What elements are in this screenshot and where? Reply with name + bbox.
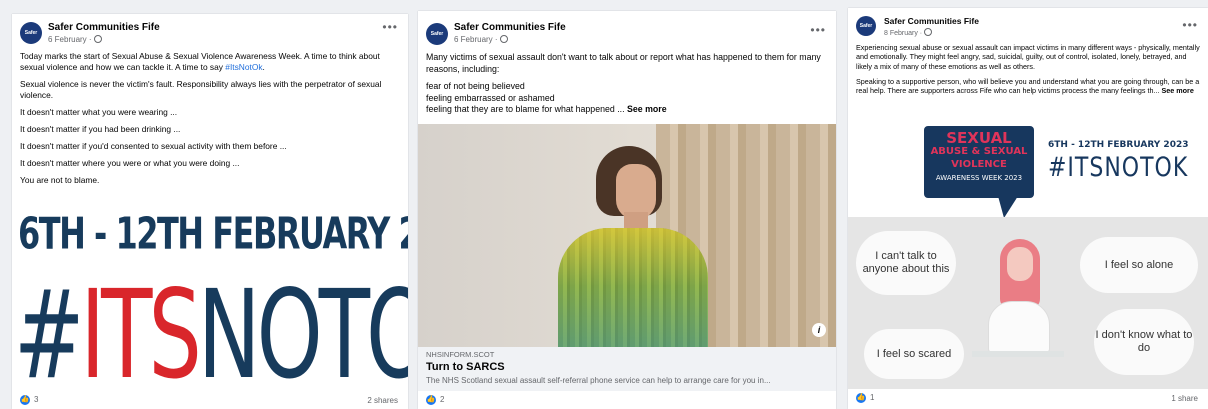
link-domain: NHSINFORM.SCOT [426,350,495,359]
avatar[interactable]: Safer Communities Fife [426,23,448,45]
post-paragraph: It doesn't matter if you had been drinki… [20,124,181,134]
speech-bubble: SEXUAL ABUSE & SEXUAL VIOLENCE AWARENESS… [924,126,1034,198]
post-text: Many victims of sexual assault don't wan… [418,49,836,119]
page-name-link[interactable]: Safer Communities Fife [884,16,979,26]
like-reaction-icon[interactable]: 👍 [856,393,866,403]
thought-cloud: I don't know what to do [1094,309,1194,375]
post-date-text[interactable]: 6 February · [454,35,498,44]
post-paragraph: It doesn't matter if you'd consented to … [20,141,287,151]
globe-icon [924,28,933,36]
illustration[interactable]: I can't talk to anyone about this I feel… [848,217,1208,389]
post-footer: 👍 3 2 shares [12,391,408,409]
its-text: ITS [80,264,201,407]
logo-line-2: ABUSE & SEXUAL [930,146,1028,157]
figure-desk [972,351,1064,357]
post-header: Safer Communities Fife Safer Communities… [12,14,408,48]
post-header: Safer Communities Fife Safer Communities… [848,8,1208,40]
post-date[interactable]: 6 February · [48,35,102,44]
see-more-link[interactable]: See more [627,104,667,114]
more-options-icon[interactable]: ••• [382,20,398,34]
list-item: feeling that they are to blame for what … [426,104,828,116]
post-footer: 👍 1 1 share [848,389,1208,409]
speech-bubble-tail [998,196,1018,218]
figure-face [1007,247,1033,281]
logo-line-1: SEXUAL [946,129,1012,147]
link-description: The NHS Scotland sexual assault self-ref… [426,376,771,385]
banner-dates: 6TH - 12TH FEBRUARY 2023 [18,208,408,260]
post-text: Experiencing sexual abuse or sexual assa… [848,40,1208,104]
awareness-week-logo: SEXUAL ABUSE & SEXUAL VIOLENCE AWARENESS… [929,129,1029,183]
notok-text: NOTOK [197,264,408,407]
logo-line-4: AWARENESS WEEK 2023 [935,174,1023,182]
page-name-link[interactable]: Safer Communities Fife [48,22,160,33]
post-card: Safer Communities Fife Safer Communities… [418,11,836,409]
post-paragraph: Sexual violence is never the victim's fa… [20,79,382,100]
list-item: feeling embarrassed or ashamed [426,92,555,103]
link-title[interactable]: Turn to SARCS [426,361,505,373]
globe-icon [93,35,102,43]
avatar[interactable]: Safer Communities Fife [20,22,42,44]
post-paragraph: You are not to blame. [20,175,100,185]
post-image[interactable]: i [418,124,836,347]
banner-hashtag: #ITSNOTOK [14,264,408,407]
paragraph-text: Today marks the start of Sexual Abuse & … [20,51,380,72]
post-date[interactable]: 6 February · [454,35,508,44]
logo-line-3: VIOLENCE [951,159,1007,170]
like-reaction-icon[interactable]: 👍 [20,395,30,405]
post-date-text[interactable]: 6 February · [48,35,92,44]
paragraph-end: . [262,62,265,72]
post-card: Safer Communities Fife Safer Communities… [12,14,408,409]
reaction-count[interactable]: 2 [440,395,444,404]
link-preview[interactable]: NHSINFORM.SCOT Turn to SARCS The NHS Sco… [418,347,836,391]
globe-icon [499,35,508,43]
paragraph-text: Speaking to a supportive person, who wil… [856,76,1200,96]
shares-count[interactable]: 2 shares [367,396,398,405]
post-paragraph: Experiencing sexual abuse or sexual assa… [856,43,1200,71]
hashtag-link[interactable]: #ItsNotOk [225,62,262,72]
post-footer: 👍 2 [418,391,836,409]
post-image[interactable]: SEXUAL ABUSE & SEXUAL VIOLENCE AWARENESS… [848,122,1208,218]
post-card: Safer Communities Fife Safer Communities… [848,8,1208,409]
see-more-link[interactable]: See more [1161,86,1193,95]
banner-hashtag: #ITSNOTOK [1048,153,1189,183]
post-image[interactable]: 6TH - 12TH FEBRUARY 2023 #ITSNOTOK [12,198,408,406]
hash-symbol: # [14,264,84,407]
avatar[interactable]: Safer Communities Fife [856,16,876,36]
post-paragraph: Many victims of sexual assault don't wan… [426,52,821,74]
more-options-icon[interactable]: ••• [810,23,826,37]
post-paragraph: Speaking to a supportive person, who wil… [856,77,1200,96]
banner-dates: 6TH - 12TH FEBRUARY 2023 [1048,140,1189,150]
info-icon[interactable]: i [812,323,826,337]
thought-cloud: I feel so scared [864,329,964,379]
reaction-count[interactable]: 3 [34,395,38,404]
thought-cloud: I feel so alone [1080,237,1198,293]
shares-count[interactable]: 1 share [1171,394,1198,403]
thought-cloud: I can't talk to anyone about this [856,231,956,295]
line-text: feeling that they are to blame for what … [426,104,627,114]
photo-sweater-tint [558,228,708,347]
post-date-text[interactable]: 8 February · [884,30,922,37]
like-reaction-icon[interactable]: 👍 [426,395,436,405]
page-name-link[interactable]: Safer Communities Fife [454,22,566,33]
post-paragraph: It doesn't matter where you were or what… [20,158,240,168]
reaction-count[interactable]: 1 [870,393,874,402]
more-options-icon[interactable]: ••• [1182,18,1198,32]
post-header: Safer Communities Fife Safer Communities… [418,11,836,49]
list-item: fear of not being believed [426,81,525,91]
post-date[interactable]: 8 February · [884,28,933,37]
post-paragraph: Today marks the start of Sexual Abuse & … [20,51,400,73]
post-text: Today marks the start of Sexual Abuse & … [12,48,408,195]
figure-body [988,301,1050,353]
post-paragraph: It doesn't matter what you were wearing … [20,107,178,117]
